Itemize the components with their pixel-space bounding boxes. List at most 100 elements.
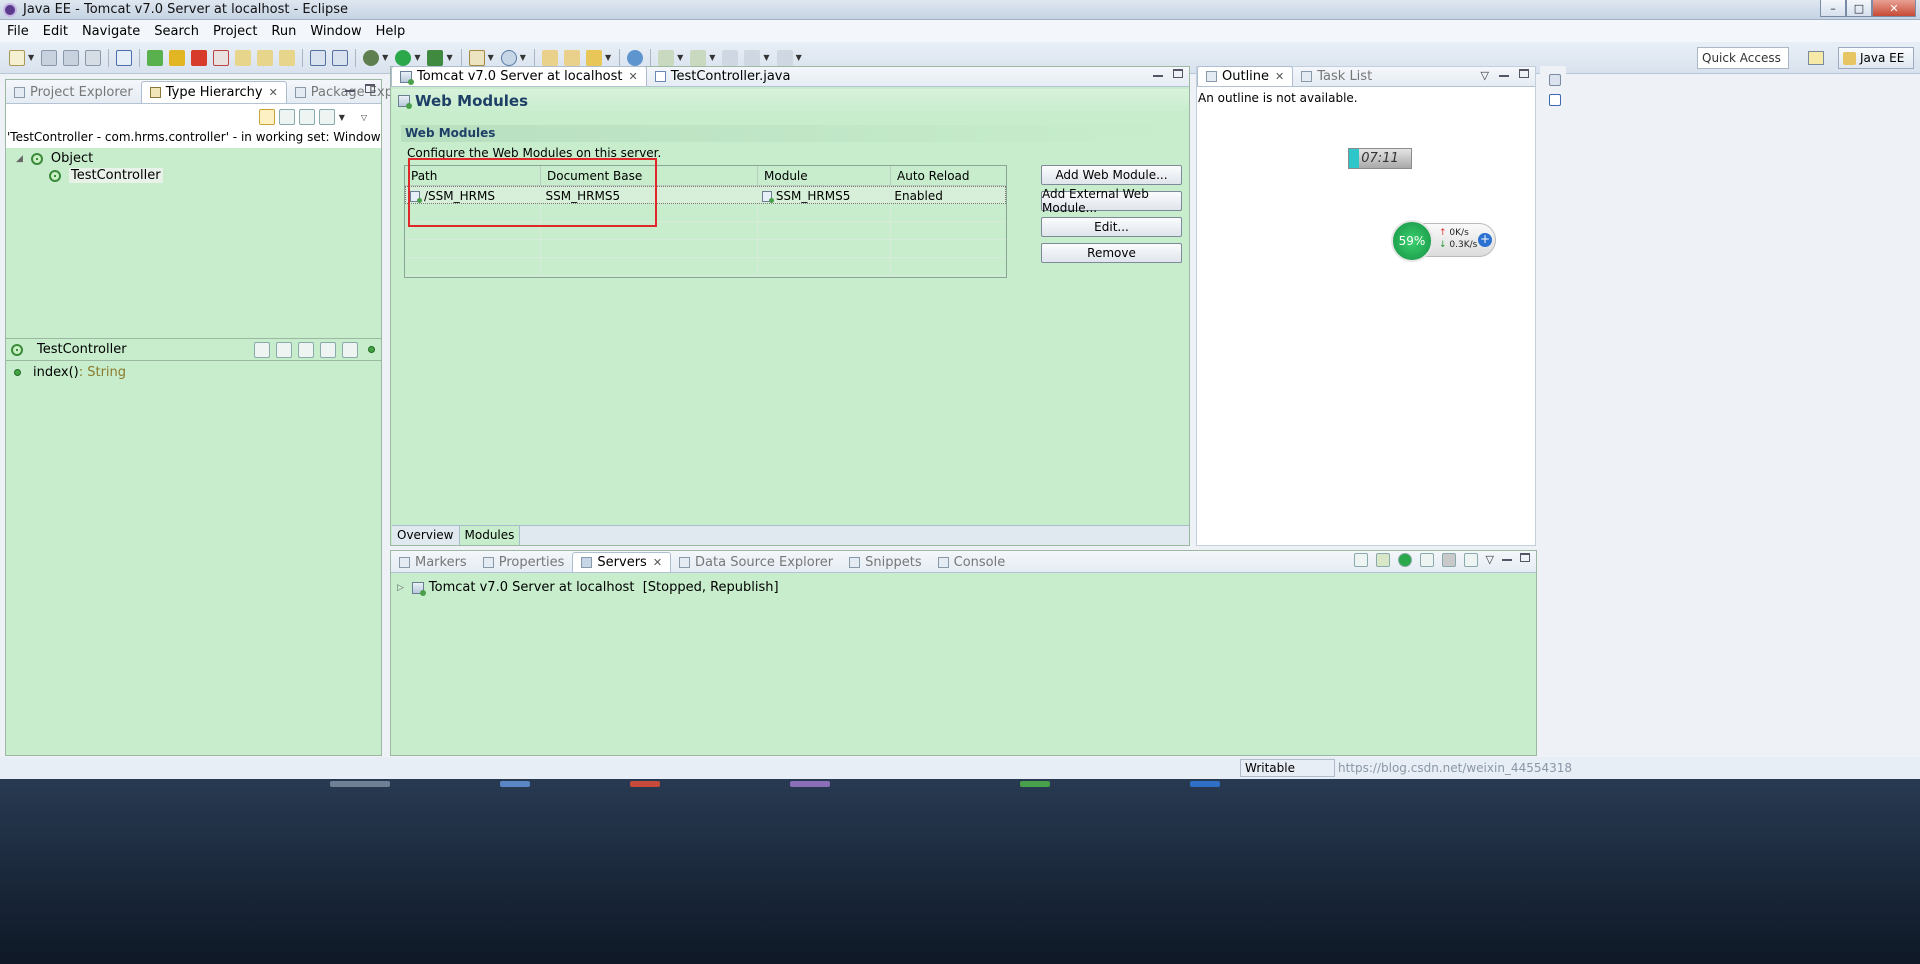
stop-server-icon[interactable] [1441, 553, 1456, 567]
resume-icon[interactable] [147, 49, 164, 66]
hide-non-public-icon[interactable] [368, 346, 375, 353]
tab-data-source-explorer[interactable]: Data Source Explorer [671, 552, 841, 572]
column-auto-reload[interactable]: Auto Reload [891, 166, 1006, 185]
fast-view-icon[interactable] [1549, 94, 1561, 106]
open-perspective-icon[interactable] [1808, 51, 1824, 65]
edit-button[interactable]: Edit... [1041, 217, 1182, 237]
maximize-view-icon[interactable] [1519, 69, 1529, 78]
menu-run[interactable]: Run [264, 24, 303, 39]
taskbar-item[interactable] [1190, 781, 1220, 787]
quick-access-input[interactable]: Quick Access [1697, 47, 1789, 69]
tab-outline[interactable]: Outline ✕ [1197, 66, 1294, 86]
disconnect-icon[interactable] [213, 49, 230, 66]
save-icon[interactable] [41, 49, 58, 66]
save-all-icon[interactable] [63, 49, 80, 66]
view-menu-icon[interactable]: ▽ [361, 113, 367, 122]
tab-modules[interactable]: Modules [459, 526, 521, 545]
show-supertype-hierarchy-icon[interactable] [278, 109, 295, 125]
terminate-icon[interactable] [191, 49, 208, 66]
start-server-icon[interactable] [1397, 553, 1412, 567]
clock-widget[interactable]: 07:11 [1348, 148, 1412, 169]
add-external-web-module-button[interactable]: Add External Web Module... [1041, 187, 1182, 215]
run-icon[interactable] [395, 49, 412, 66]
menu-search[interactable]: Search [147, 24, 206, 39]
suspend-icon[interactable] [169, 49, 186, 66]
skip-breakpoints-icon[interactable] [116, 49, 133, 66]
minimize-view-icon[interactable] [1502, 559, 1512, 561]
tab-project-explorer[interactable]: Project Explorer [6, 81, 141, 103]
view-menu-icon[interactable]: ▽ [1481, 69, 1489, 82]
open-task-icon[interactable] [563, 49, 580, 66]
previous-annotation-icon[interactable] [690, 49, 707, 66]
tab-overview[interactable]: Overview [392, 526, 460, 545]
perspective-java-ee-button[interactable]: Java EE [1838, 47, 1914, 69]
close-button[interactable]: ✕ [1872, 0, 1916, 17]
publish-icon[interactable] [1463, 553, 1478, 567]
run-external-tools-icon[interactable] [427, 49, 444, 66]
minimize-editor-icon[interactable] [1153, 75, 1163, 77]
hide-static-icon[interactable] [342, 342, 358, 358]
close-tab-icon[interactable]: ✕ [629, 70, 638, 83]
tree-node-testcontroller[interactable]: TestController [6, 167, 381, 184]
tab-testcontroller-java[interactable]: TestController.java [647, 66, 799, 86]
menu-project[interactable]: Project [206, 24, 264, 39]
minimize-button[interactable]: – [1820, 0, 1846, 17]
forward-arrow-icon[interactable] [776, 49, 793, 66]
back-dropdown-icon[interactable]: ▼ [763, 53, 769, 62]
maximize-button[interactable]: □ [1846, 0, 1872, 17]
tab-console[interactable]: Console [930, 552, 1014, 572]
maximize-view-icon[interactable] [1520, 553, 1530, 562]
member-index-method[interactable]: index() : String [6, 364, 381, 381]
new-server-icon[interactable] [500, 49, 517, 66]
collapse-toggle-icon[interactable]: ◢ [16, 154, 23, 164]
remove-button[interactable]: Remove [1041, 243, 1182, 263]
new-icon[interactable] [9, 49, 25, 66]
tab-tomcat-server[interactable]: Tomcat v7.0 Server at localhost ✕ [391, 66, 647, 86]
section-title[interactable]: Web Modules [401, 125, 1177, 142]
minimize-view-icon[interactable] [1499, 75, 1509, 77]
show-subtype-hierarchy-icon[interactable] [298, 109, 315, 125]
menu-navigate[interactable]: Navigate [75, 24, 147, 39]
previous-hierarchy-icon[interactable] [318, 109, 335, 125]
profile-server-icon[interactable] [1419, 553, 1434, 567]
plus-icon[interactable]: + [1478, 233, 1492, 247]
close-tab-icon[interactable]: ✕ [653, 556, 662, 569]
search-icon[interactable] [585, 49, 602, 66]
tab-task-list[interactable]: Task List [1293, 66, 1380, 86]
server-list-item[interactable]: ▷ Tomcat v7.0 Server at localhost [Stopp… [391, 579, 1536, 596]
new-project-dropdown-icon[interactable]: ▼ [488, 53, 494, 62]
minimize-view-icon[interactable] [345, 90, 355, 92]
start-debug-server-icon[interactable] [1375, 553, 1390, 567]
web-browser-icon[interactable] [627, 49, 644, 66]
tab-snippets[interactable]: Snippets [841, 552, 929, 572]
add-web-module-button[interactable]: Add Web Module... [1041, 165, 1182, 185]
taskbar-item[interactable] [790, 781, 830, 787]
next-annotation-dropdown-icon[interactable]: ▼ [677, 53, 683, 62]
maximize-editor-icon[interactable] [1173, 69, 1183, 78]
run-dropdown-icon[interactable]: ▼ [414, 53, 420, 62]
last-edit-location-icon[interactable] [722, 49, 739, 66]
debug-dropdown-icon[interactable]: ▼ [382, 53, 388, 62]
menu-edit[interactable]: Edit [36, 24, 75, 39]
lock-view-icon[interactable] [254, 342, 270, 358]
step-over-icon[interactable] [257, 49, 274, 66]
new-dropdown-icon[interactable]: ▼ [28, 53, 34, 62]
collapse-all-icon[interactable] [1353, 553, 1368, 567]
step-into-icon[interactable] [235, 49, 252, 66]
tab-markers[interactable]: Markers [391, 552, 475, 572]
expand-toggle-icon[interactable]: ▷ [397, 583, 404, 593]
sort-members-icon[interactable] [298, 342, 314, 358]
view-menu-icon[interactable]: ▽ [1486, 553, 1494, 567]
show-type-hierarchy-icon[interactable] [258, 109, 275, 125]
next-annotation-icon[interactable] [658, 49, 675, 66]
taskbar-item[interactable] [630, 781, 660, 787]
hide-fields-icon[interactable] [320, 342, 336, 358]
new-java-project-icon[interactable] [468, 49, 485, 66]
menu-help[interactable]: Help [369, 24, 413, 39]
tree-node-object[interactable]: ◢ Object [6, 150, 381, 167]
network-speed-widget[interactable]: 59% ↑ 0K/s ↓ 0.3K/s + [1391, 220, 1496, 262]
tab-properties[interactable]: Properties [475, 552, 573, 572]
close-tab-icon[interactable]: ✕ [269, 86, 278, 99]
restore-icon[interactable] [1549, 74, 1561, 86]
menu-window[interactable]: Window [303, 24, 368, 39]
